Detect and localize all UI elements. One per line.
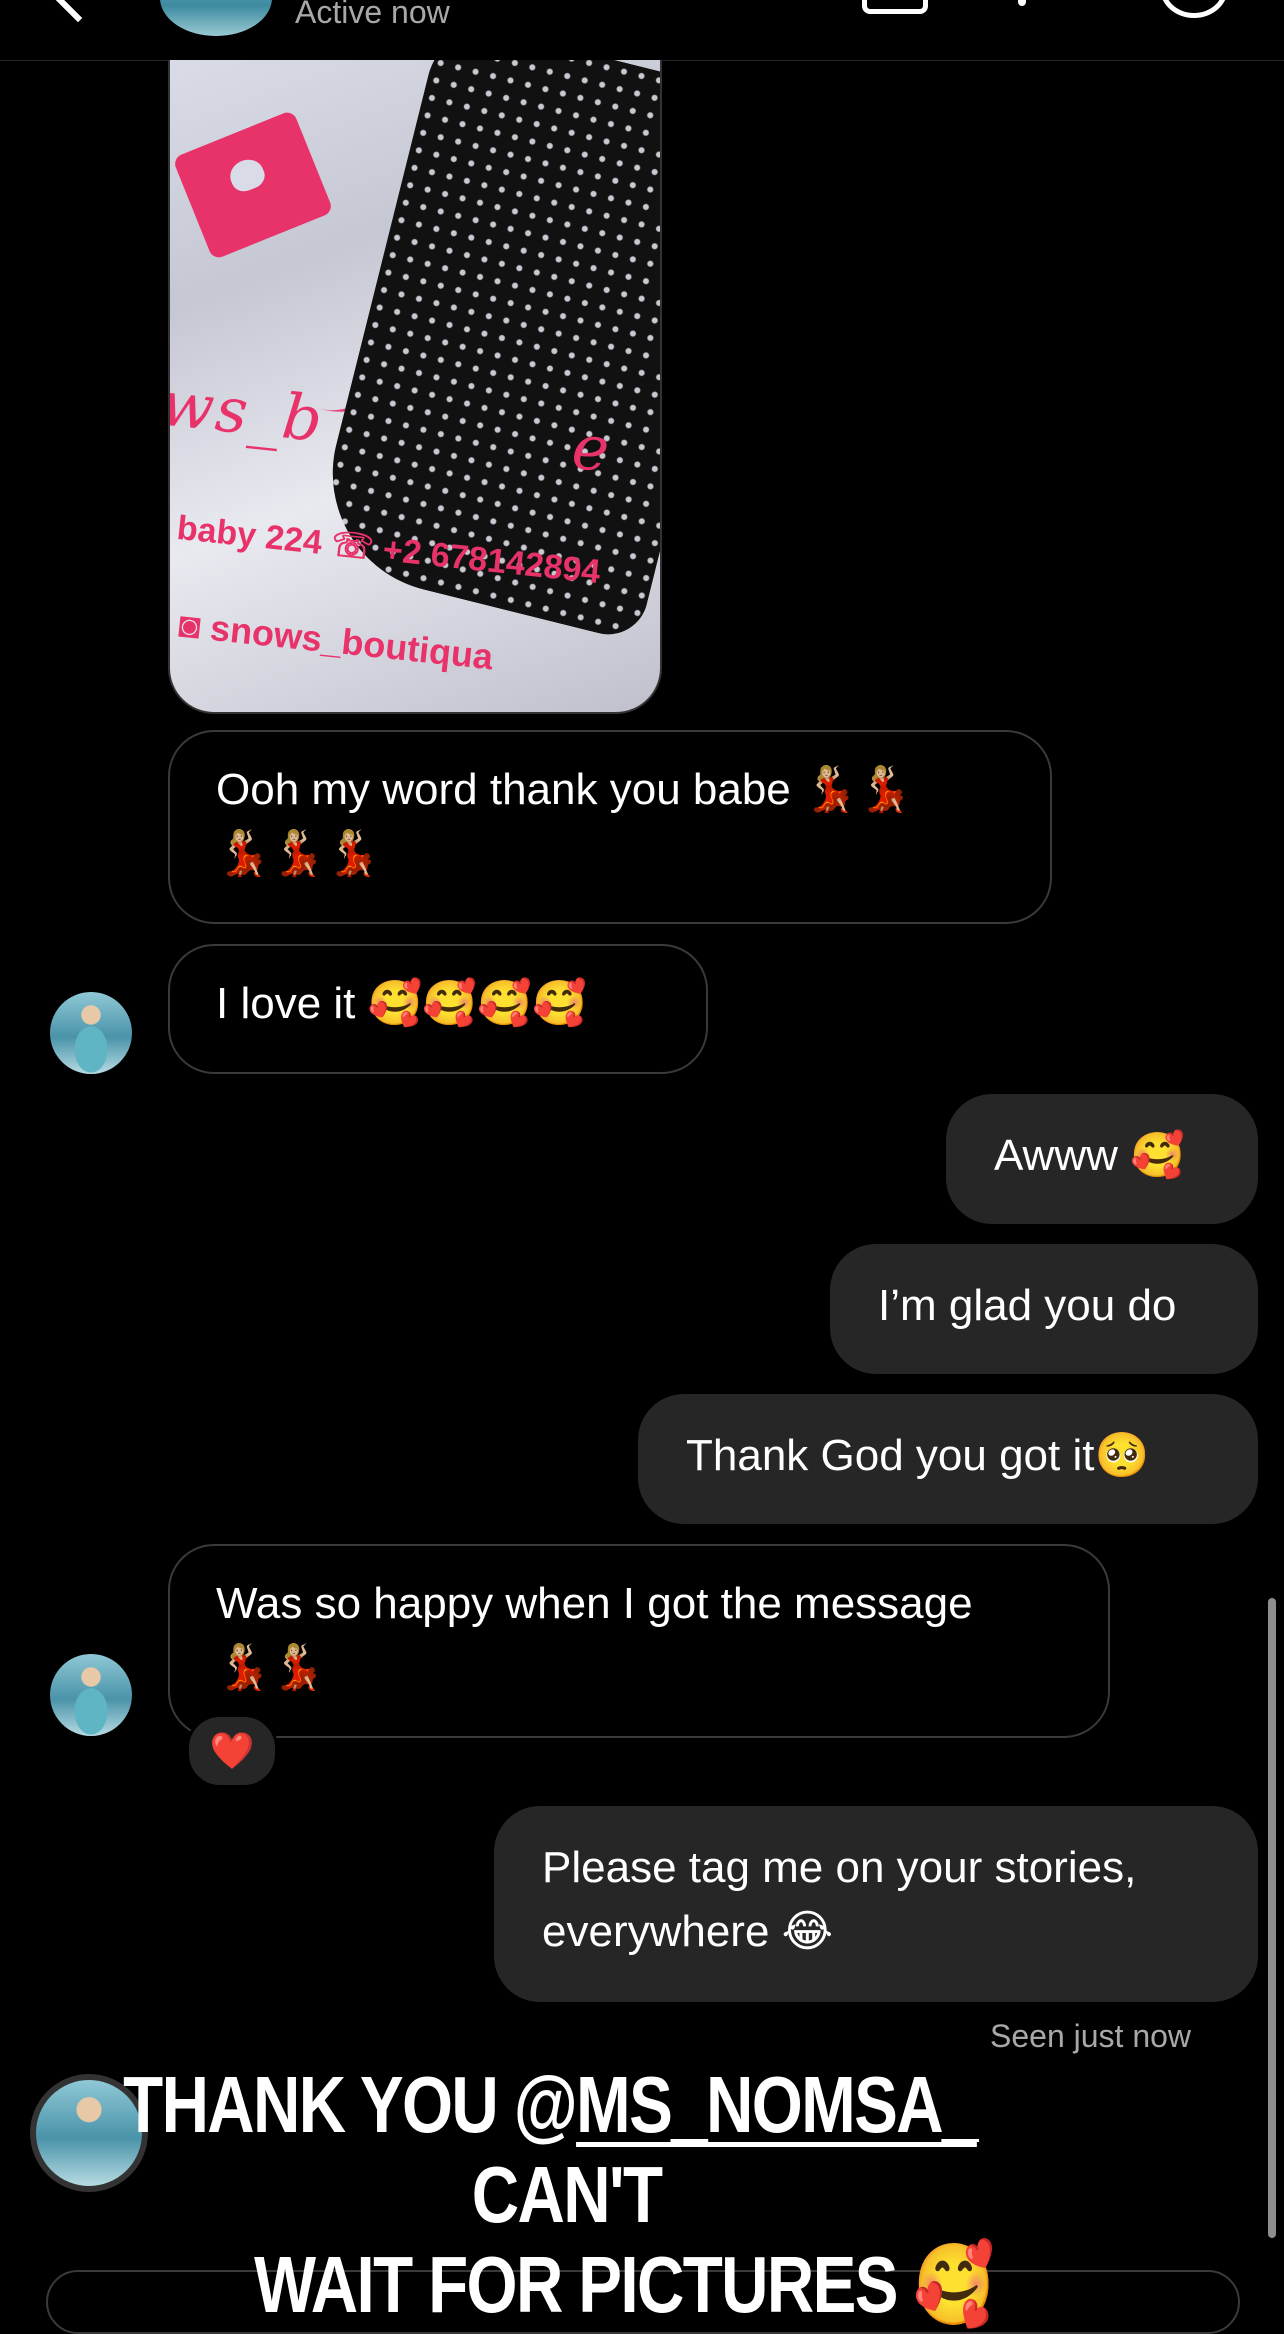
sender-avatar[interactable] [50, 992, 132, 1074]
scrollbar[interactable] [1268, 1598, 1276, 2238]
phone-icon[interactable] [1018, 0, 1026, 6]
message-text: Thank God you got it🥺 [686, 1431, 1150, 1480]
photo-handle-text: ◙ snows_boutiqua [176, 603, 496, 678]
message-text-line2: 💃🏼💃🏼💃🏼 [216, 828, 381, 879]
message-bubble-outgoing[interactable]: Please tag me on your stories, everywher… [494, 1806, 1258, 2002]
message-text: I love it 🥰🥰🥰🥰 [216, 979, 587, 1028]
seen-status: Seen just now [990, 2018, 1192, 2054]
header-avatar[interactable] [160, 0, 272, 36]
message-bubble-outgoing[interactable]: I’m glad you do [830, 1244, 1258, 1374]
message-text: I’m glad you do [878, 1281, 1177, 1330]
mention-link[interactable]: MS_NOMSA_ [576, 2060, 978, 2149]
message-text: Ooh my word thank you babe 💃🏼💃🏼 [216, 765, 913, 814]
photo-message[interactable]: ws_b e baby 224 ☏ +2 678142894 ◙ snows_bo… [168, 60, 662, 714]
message-bubble-incoming[interactable]: Was so happy when I got the message 💃🏼💃🏼 [168, 1544, 1110, 1738]
message-text: Please tag me on your stories, [542, 1843, 1137, 1892]
message-bubble-incoming[interactable]: I love it 🥰🥰🥰🥰 [168, 944, 708, 1074]
caption-line1: THANK YOU @MS_NOMSA_ CAN'T [123, 2060, 978, 2239]
message-bubble-incoming[interactable]: Ooh my word thank you babe 💃🏼💃🏼 💃🏼💃🏼💃🏼 [168, 730, 1052, 924]
message-text: Awww 🥰 [994, 1131, 1185, 1180]
message-text: Was so happy when I got the message [216, 1579, 973, 1628]
message-text-line2: everywhere 😂 [542, 1907, 834, 1956]
story-caption: THANK YOU @MS_NOMSA_ CAN'T WAIT FOR PICT… [99, 2060, 1001, 2330]
chevron-left-icon[interactable] [49, 0, 107, 23]
heart-icon: ❤️ [209, 1730, 255, 1771]
message-text-line2: 💃🏼💃🏼 [216, 1642, 326, 1693]
video-call-icon[interactable] [862, 0, 928, 14]
heart-reaction[interactable]: ❤️ [186, 1714, 278, 1788]
chat-header: Active now [0, 0, 1284, 61]
active-status: Active now [295, 0, 450, 30]
caption-line2: WAIT FOR PICTURES 🥰 [254, 2240, 995, 2329]
message-bubble-outgoing[interactable]: Thank God you got it🥺 [638, 1394, 1258, 1524]
sender-avatar[interactable] [50, 1654, 132, 1736]
info-icon[interactable] [1160, 0, 1228, 18]
message-bubble-outgoing[interactable]: Awww 🥰 [946, 1094, 1258, 1224]
